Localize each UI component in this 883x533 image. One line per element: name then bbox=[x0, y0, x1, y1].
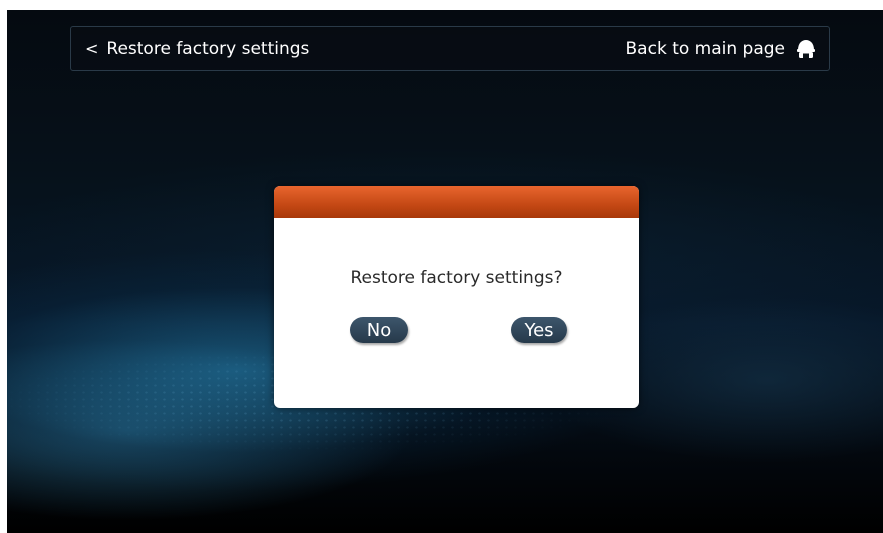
no-button[interactable]: No bbox=[350, 317, 408, 343]
home-icon bbox=[797, 39, 815, 58]
back-button[interactable]: < Restore factory settings bbox=[85, 27, 309, 70]
back-to-main-page-button[interactable]: Back to main page bbox=[626, 27, 817, 70]
screen: < Restore factory settings Back to main … bbox=[7, 10, 883, 533]
back-to-main-page-label: Back to main page bbox=[625, 38, 785, 59]
chevron-left-icon: < bbox=[85, 39, 99, 58]
yes-button[interactable]: Yes bbox=[511, 317, 567, 343]
page-title: Restore factory settings bbox=[106, 38, 310, 59]
dialog-message: Restore factory settings? bbox=[350, 268, 563, 288]
confirm-dialog: Restore factory settings? No Yes bbox=[274, 186, 639, 408]
top-bar: < Restore factory settings Back to main … bbox=[70, 26, 830, 71]
dialog-header bbox=[274, 186, 639, 218]
